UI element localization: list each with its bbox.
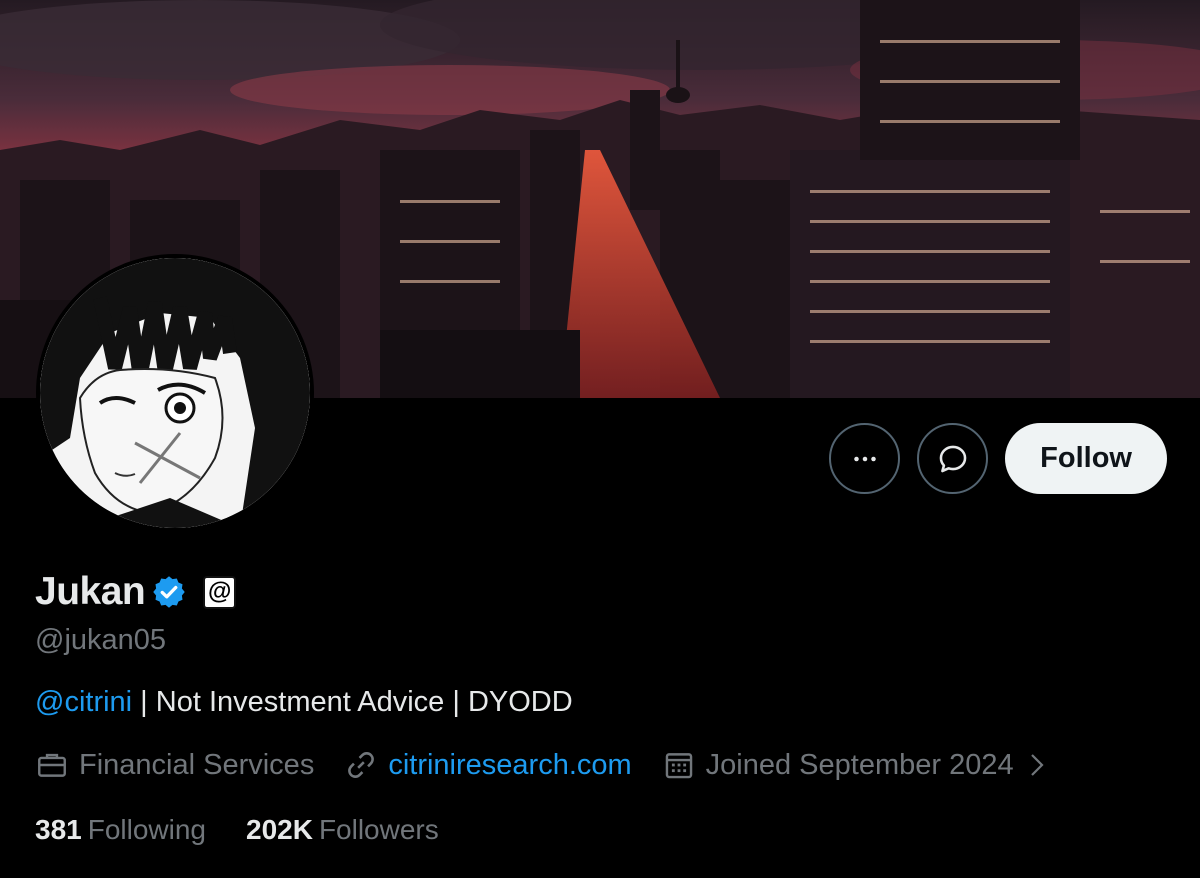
meta-category: Financial Services bbox=[35, 748, 314, 782]
follow-button[interactable]: Follow bbox=[1005, 423, 1167, 494]
more-icon bbox=[853, 456, 876, 461]
message-button[interactable] bbox=[917, 423, 989, 494]
website-link[interactable]: citriniresearch.com bbox=[388, 749, 631, 782]
avatar-manga-portrait-image bbox=[40, 258, 310, 528]
following-stat[interactable]: 381 Following bbox=[35, 814, 206, 846]
profile-name-row: Jukan @ bbox=[35, 570, 237, 614]
joined-date: Joined September 2024 bbox=[705, 748, 1014, 781]
profile-stats: 381 Following 202K Followers bbox=[35, 814, 439, 846]
calendar-icon bbox=[665, 753, 692, 779]
followers-stat[interactable]: 202K Followers bbox=[246, 814, 439, 846]
display-name: Jukan bbox=[35, 570, 146, 613]
meta-joined[interactable]: Joined September 2024 bbox=[662, 748, 1014, 782]
affiliation-badge-icon[interactable]: @ bbox=[203, 575, 237, 609]
bio-text: | Not Investment Advice | DYODD bbox=[132, 686, 573, 718]
chevron-right-icon[interactable] bbox=[1026, 750, 1048, 780]
profile-meta: Financial Services citriniresearch.com J… bbox=[35, 748, 1048, 782]
following-count: 381 bbox=[35, 814, 82, 845]
profile-bio: @citrini | Not Investment Advice | DYODD bbox=[35, 686, 573, 719]
briefcase-icon bbox=[38, 753, 66, 777]
category-label: Financial Services bbox=[79, 748, 315, 781]
more-options-button[interactable] bbox=[829, 423, 901, 494]
message-icon bbox=[939, 445, 966, 472]
followers-count: 202K bbox=[246, 814, 313, 845]
link-icon bbox=[348, 752, 375, 778]
profile-handle: @jukan05 bbox=[35, 624, 167, 656]
followers-label: Followers bbox=[318, 814, 439, 845]
verified-badge-icon[interactable] bbox=[151, 574, 187, 610]
bio-mention-link[interactable]: @citrini bbox=[35, 686, 132, 718]
profile-avatar[interactable] bbox=[36, 254, 314, 532]
following-label: Following bbox=[87, 814, 206, 845]
profile-actions: Follow bbox=[829, 423, 1167, 494]
meta-website: citriniresearch.com bbox=[344, 748, 632, 782]
